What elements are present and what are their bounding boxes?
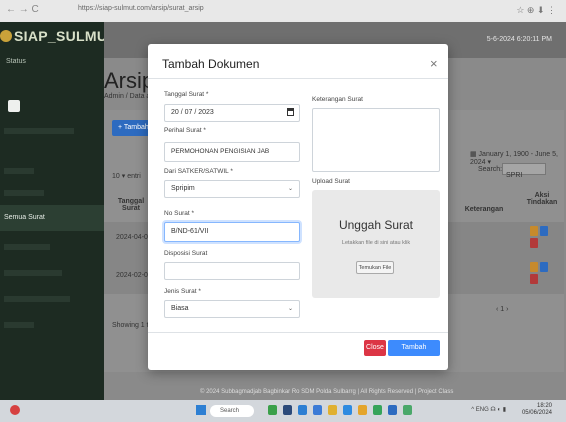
taskbar-app-icon[interactable] (403, 405, 412, 415)
tanggal-label: Tanggal Surat * (164, 91, 209, 98)
jenis-select[interactable]: Biasa ⌄ (164, 300, 300, 318)
chevron-down-icon: ⌄ (287, 186, 293, 192)
datetime: 5-6-2024 6:20:11 PM (486, 36, 552, 43)
browser-toolbar: ← → C https://siap-sulmut.com/arsip/sura… (0, 0, 566, 22)
taskbar-chrome-icon[interactable] (373, 405, 382, 415)
submit-document-button[interactable]: Tambah Dokumen (388, 340, 440, 367)
browse-file-button[interactable]: Temukan File (356, 261, 394, 274)
close-icon[interactable]: × (430, 56, 438, 71)
taskbar-search[interactable]: Search (210, 405, 254, 417)
logo-icon (0, 30, 12, 42)
taskbar-app-icon[interactable] (358, 405, 367, 415)
chevron-down-icon: ⌄ (287, 306, 293, 312)
col-header-date[interactable]: Tanggal Surat (112, 198, 150, 212)
close-button[interactable]: Close (364, 340, 386, 356)
sidebar-status: Status (6, 58, 26, 65)
keterangan-textarea[interactable] (312, 108, 440, 172)
upload-label: Upload Surat (312, 178, 350, 185)
sidebar-item[interactable] (4, 190, 44, 196)
calendar-icon[interactable] (287, 108, 294, 116)
browser-actions[interactable]: ☆ ⊕ ⬇ ⋮ (516, 5, 556, 16)
tanggal-input[interactable]: 20 / 07 / 2023 (164, 104, 300, 122)
modal-title: Tambah Dokumen (162, 57, 260, 71)
taskbar-app-icon[interactable] (313, 405, 322, 415)
sidebar-item[interactable] (4, 322, 34, 328)
edit-icon[interactable] (530, 226, 538, 236)
sidebar-item-label: Semua Surat (4, 214, 45, 221)
entries-select[interactable]: 10 ▾ entri (112, 172, 141, 180)
system-tray[interactable]: ^ ENG ☊ ◐ ▮ (471, 406, 506, 413)
keterangan-label: Keterangan Surat (312, 96, 363, 103)
sidebar-item[interactable] (4, 296, 70, 302)
sidebar-item[interactable] (4, 168, 34, 174)
perihal-label: Perihal Surat * (164, 127, 206, 134)
perihal-input[interactable]: PERMOHONAN PENGISIAN JAB (164, 142, 300, 162)
disposisi-input[interactable] (164, 262, 300, 280)
clock[interactable]: 18:20 05/06/2024 (522, 403, 552, 417)
edit-icon[interactable] (530, 262, 538, 272)
view-icon[interactable] (540, 262, 548, 272)
disposisi-label: Disposisi Surat (164, 250, 208, 257)
browser-nav-icons[interactable]: ← → C (6, 4, 39, 15)
search-label: Search: (478, 166, 503, 173)
taskbar-app-icon[interactable] (268, 405, 277, 415)
nosurat-input[interactable]: B/ND-61/VII (164, 222, 300, 242)
breadcrumb: Admin / Data ar (104, 93, 153, 100)
upload-title: Unggah Surat (338, 218, 414, 232)
pagination[interactable]: ‹ 1 › (496, 306, 508, 313)
dashboard-icon[interactable] (8, 100, 20, 112)
sidebar-item[interactable] (4, 244, 50, 250)
modal-divider (148, 78, 448, 79)
footer-text: © 2024 Subbagmadjab Bagbinkar Ro SDM Pol… (200, 389, 454, 395)
brand-name: SIAP_SULMUT (14, 28, 117, 44)
dari-label: Dari SATKER/SATWIL * (164, 168, 233, 175)
jenis-label: Jenis Surat * (164, 288, 201, 295)
modal-footer-divider (148, 332, 448, 333)
address-bar[interactable]: https://siap-sulmut.com/arsip/surat_arsi… (78, 5, 204, 12)
col-header-keterangan[interactable]: Keterangan (456, 206, 512, 213)
nosurat-label: No Surat * (164, 210, 194, 217)
windows-start-icon[interactable] (196, 405, 206, 415)
taskbar-app-icon[interactable] (388, 405, 397, 415)
taskbar-app-icon[interactable] (298, 405, 307, 415)
sidebar-item[interactable] (4, 128, 74, 134)
search-input[interactable]: SPRI (502, 163, 546, 179)
taskbar-folder-icon[interactable] (328, 405, 337, 415)
view-icon[interactable] (540, 226, 548, 236)
sidebar-item[interactable] (4, 270, 62, 276)
delete-icon[interactable] (530, 238, 538, 248)
taskbar-app-icon[interactable] (343, 405, 352, 415)
row-date: 2024-04-06 (116, 234, 152, 241)
delete-icon[interactable] (530, 274, 538, 284)
app-icon[interactable] (10, 405, 20, 415)
col-header-aksi: Aksi Tindakan (526, 192, 558, 206)
taskbar-app-icon[interactable] (283, 405, 292, 415)
row-date: 2024-02-06 (116, 272, 152, 279)
dari-select[interactable]: Spripim ⌄ (164, 180, 300, 198)
upload-hint: Letakkan file di sini atau klik (341, 240, 411, 246)
